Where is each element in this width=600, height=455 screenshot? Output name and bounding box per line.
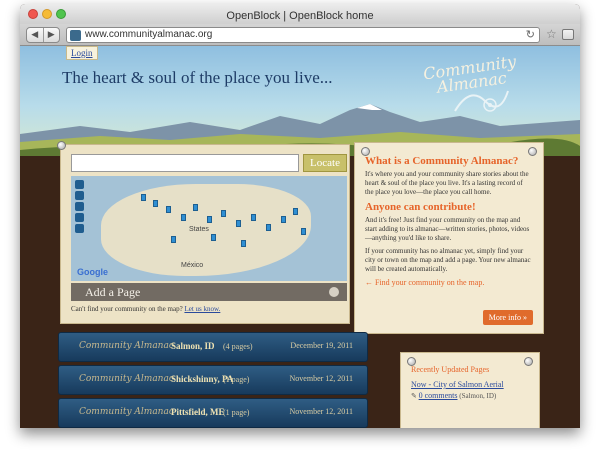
info-paragraph-1: It's where you and your community share … <box>365 170 529 196</box>
comments-link[interactable]: 0 comments <box>419 391 458 400</box>
let-us-know-link[interactable]: Let us know. <box>184 305 220 313</box>
info-panel: What is a Community Almanac? It's where … <box>354 142 544 334</box>
almanac-brand: Community Almanac <box>79 341 174 351</box>
pin-icon <box>528 147 537 156</box>
almanac-book-salmon[interactable]: Community Almanac Salmon, ID (4 pages) D… <box>58 332 368 362</box>
google-logo: Google <box>77 267 108 277</box>
pin-icon <box>57 141 66 150</box>
recent-pages-title: Recently Updated Pages <box>411 365 490 374</box>
pin-icon <box>407 357 416 366</box>
comment-icon: ✎ <box>411 392 417 400</box>
almanac-brand: Community Almanac <box>79 407 174 417</box>
expand-icon[interactable] <box>329 287 339 297</box>
almanac-book-shickshinny[interactable]: Community Almanac Shickshinny, PA (1 pag… <box>58 365 368 395</box>
zoom-window-button[interactable] <box>56 9 66 19</box>
recent-page-location: (Salmon, ID) <box>459 392 497 400</box>
locate-button[interactable]: Locate <box>303 154 347 172</box>
recent-page-link[interactable]: Now - City of Salmon Aerial <box>411 380 529 389</box>
map-marker[interactable] <box>181 214 186 221</box>
almanac-page-count: (4 pages) <box>223 342 253 351</box>
map-marker[interactable] <box>266 224 271 231</box>
recent-pages-panel: Recently Updated Pages Now - City of Sal… <box>400 352 540 428</box>
almanac-list: Community Almanac Salmon, ID (4 pages) D… <box>58 332 368 428</box>
pin-icon <box>361 147 370 156</box>
bookmark-star-icon[interactable]: ☆ <box>546 27 557 41</box>
window-title: OpenBlock | OpenBlock home <box>226 10 374 22</box>
community-map[interactable]: States México Google <box>71 176 347 281</box>
map-marker[interactable] <box>193 204 198 211</box>
pan-center-icon[interactable] <box>75 191 84 200</box>
map-controls <box>75 180 84 235</box>
almanac-date: November 12, 2011 <box>289 407 353 416</box>
browser-window: OpenBlock | OpenBlock home ◀ ▶ www.commu… <box>20 4 580 428</box>
map-marker[interactable] <box>141 194 146 201</box>
almanac-page-count: (1 page) <box>223 408 250 417</box>
cant-find-label: Can't find your community on the map? <box>71 305 183 313</box>
logo-swirl-icon <box>454 90 509 112</box>
map-marker[interactable] <box>211 234 216 241</box>
info-title: What is a Community Almanac? <box>365 155 519 167</box>
zoom-out-icon[interactable] <box>75 224 84 233</box>
close-window-button[interactable] <box>28 9 38 19</box>
almanac-page-count: (1 page) <box>223 375 250 384</box>
login-link[interactable]: Login <box>66 46 98 60</box>
page-viewport: Login The heart & soul of the place you … <box>20 46 580 428</box>
map-marker[interactable] <box>301 228 306 235</box>
almanac-date: December 19, 2011 <box>290 341 353 350</box>
map-label-states: States <box>189 226 209 233</box>
browser-toolbar: ◀ ▶ www.communityalmanac.org ↻ ☆ <box>20 24 580 46</box>
zoom-in-icon[interactable] <box>75 213 84 222</box>
almanac-name[interactable]: Salmon, ID <box>171 341 215 351</box>
site-header: Login The heart & soul of the place you … <box>20 46 580 166</box>
info-paragraph-2: And it's free! Just find your community … <box>365 216 530 242</box>
map-marker[interactable] <box>207 216 212 223</box>
forward-button[interactable]: ▶ <box>42 28 60 42</box>
more-info-button[interactable]: More info » <box>482 310 533 325</box>
map-marker[interactable] <box>293 208 298 215</box>
address-bar[interactable]: www.communityalmanac.org ↻ <box>66 27 540 43</box>
nav-buttons: ◀ ▶ <box>26 27 60 43</box>
pan-down-icon[interactable] <box>75 202 84 211</box>
url-text: www.communityalmanac.org <box>85 29 213 40</box>
almanac-date: November 12, 2011 <box>289 374 353 383</box>
find-community-link[interactable]: ← Find your community on the map. <box>365 278 533 287</box>
location-search-input[interactable] <box>71 154 299 172</box>
page-menu-icon[interactable] <box>562 29 574 40</box>
info-subtitle: Anyone can contribute! <box>365 201 476 213</box>
map-marker[interactable] <box>221 210 226 217</box>
back-button[interactable]: ◀ <box>27 28 43 42</box>
main-content: Locate States México Google Add a Page C… <box>20 141 580 428</box>
map-label-mexico: México <box>181 262 204 269</box>
map-marker[interactable] <box>251 214 256 221</box>
map-marker[interactable] <box>281 216 286 223</box>
map-marker[interactable] <box>153 200 158 207</box>
cant-find-text: Can't find your community on the map? Le… <box>71 305 220 313</box>
map-marker[interactable] <box>236 220 241 227</box>
recent-page-meta: ✎ 0 comments (Salmon, ID) <box>411 391 529 400</box>
site-tagline: The heart & soul of the place you live..… <box>62 68 333 87</box>
almanac-brand: Community Almanac <box>79 374 174 384</box>
almanac-book-pittsfield[interactable]: Community Almanac Pittsfield, ME (1 page… <box>58 398 368 428</box>
almanac-name[interactable]: Pittsfield, ME <box>171 407 225 417</box>
map-marker[interactable] <box>241 240 246 247</box>
pin-icon <box>524 357 533 366</box>
map-marker[interactable] <box>171 236 176 243</box>
title-bar: OpenBlock | OpenBlock home <box>20 4 580 24</box>
minimize-window-button[interactable] <box>42 9 52 19</box>
reload-icon[interactable]: ↻ <box>526 28 535 41</box>
pan-up-icon[interactable] <box>75 180 84 189</box>
map-panel: Locate States México Google Add a Page C… <box>57 141 350 324</box>
info-paragraph-3: If your community has no almanac yet, si… <box>365 247 531 273</box>
favicon-icon <box>70 30 81 41</box>
map-marker[interactable] <box>166 206 171 213</box>
add-page-label: Add a Page <box>85 285 141 299</box>
add-page-bar[interactable]: Add a Page <box>71 283 347 301</box>
